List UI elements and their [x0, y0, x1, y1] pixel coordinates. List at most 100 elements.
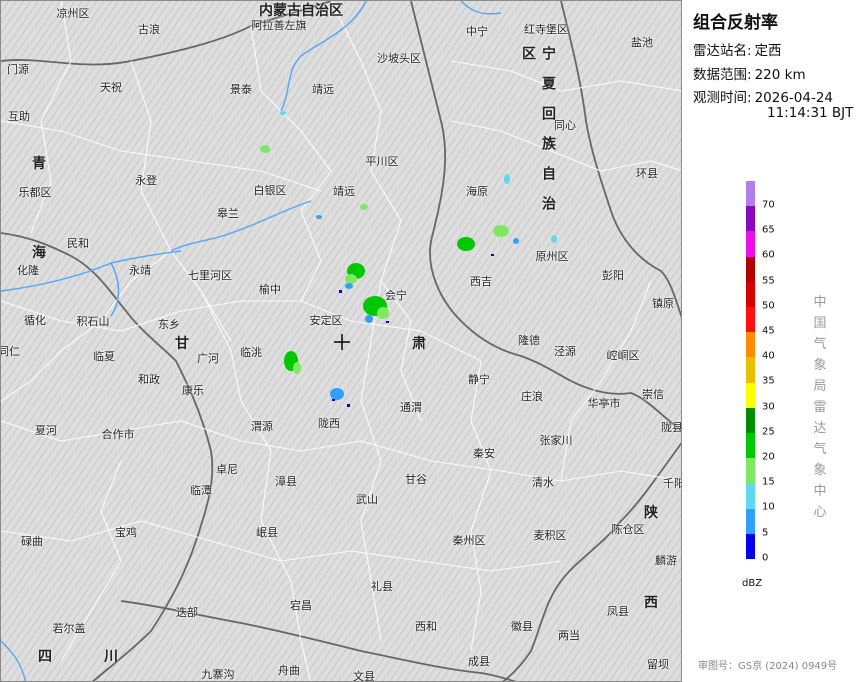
region-label-gansu-1: 甘	[175, 336, 189, 352]
legend-tick-label: 5	[762, 527, 769, 539]
place-label: 靖远	[312, 83, 334, 96]
place-label: 武山	[356, 493, 378, 506]
place-label: 天祝	[100, 81, 122, 94]
legend-swatch-40	[746, 332, 755, 358]
place-label: 环县	[636, 167, 658, 180]
legend-tick-label: 30	[762, 401, 775, 413]
region-label-gansu-2: 肃	[412, 336, 426, 352]
place-label: 崇信	[642, 388, 664, 401]
time-row: 观测时间: 2026-04-24	[693, 86, 833, 106]
place-label: 留坝	[647, 658, 669, 671]
legend-tick-label: 50	[762, 300, 775, 312]
place-label: 甘谷	[405, 473, 427, 486]
place-label: 海原	[466, 185, 488, 198]
place-label: 舟曲	[278, 664, 300, 677]
place-label: 崆峒区	[606, 349, 640, 362]
place-label: 红寺堡区	[524, 23, 568, 36]
place-label: 七里河区	[188, 269, 232, 282]
legend-swatch-60	[746, 231, 755, 258]
place-label: 麦积区	[533, 529, 567, 542]
place-label: 永靖	[129, 264, 151, 277]
region-label-sichuan-2: 川	[104, 649, 118, 665]
place-label: 沙坡头区	[377, 52, 421, 65]
legend-swatch-0	[746, 533, 755, 560]
place-label: 互助	[8, 110, 30, 123]
radar-product-view: 内蒙古自治区 青 海 宁夏回族自治区 甘 肃 陕 西 四 川 凉州区 古浪 阿拉…	[0, 0, 860, 682]
place-label: 古浪	[138, 23, 160, 36]
place-label: 泾源	[554, 345, 576, 358]
legend-tick-label: 55	[762, 275, 775, 287]
place-label: 化隆	[17, 264, 39, 277]
place-label: 原州区	[535, 250, 569, 263]
place-label: 平川区	[365, 155, 399, 168]
legend-tick-label: 70	[762, 199, 775, 211]
legend-tick-label: 10	[762, 501, 775, 513]
terrain-and-boundaries	[1, 1, 681, 681]
place-label: 会宁	[385, 289, 407, 302]
place-label: 秦安	[473, 447, 495, 460]
region-label-qinghai-2: 海	[32, 245, 46, 261]
place-label: 凉州区	[56, 7, 90, 20]
legend-swatch-55	[746, 256, 755, 283]
legend-swatch-20	[746, 433, 755, 459]
legend-tick-label: 0	[762, 552, 769, 564]
legend-swatch-70	[746, 181, 755, 207]
place-label: 阿拉善左旗	[251, 19, 307, 32]
place-label: 碌曲	[21, 535, 43, 548]
place-label: 秦州区	[452, 534, 486, 547]
place-label: 临洮	[240, 346, 262, 359]
place-label: 积石山	[76, 315, 110, 328]
place-label: 夏河	[35, 424, 57, 437]
station-value: 定西	[754, 43, 782, 59]
product-title: 组合反射率	[693, 13, 778, 33]
radar-map[interactable]: 内蒙古自治区 青 海 宁夏回族自治区 甘 肃 陕 西 四 川 凉州区 古浪 阿拉…	[0, 0, 682, 682]
place-label: 麟游	[655, 554, 677, 567]
station-label: 雷达站名:	[693, 43, 752, 59]
region-label-sichuan-1: 四	[38, 649, 52, 665]
legend-swatch-65	[746, 206, 755, 232]
place-label: 卓尼	[216, 463, 238, 476]
place-label: 成县	[468, 655, 490, 668]
place-label: 靖远	[333, 185, 355, 198]
legend-swatch-30	[746, 382, 755, 409]
place-label: 门源	[7, 63, 29, 76]
place-label: 两当	[558, 629, 580, 642]
place-label: 千阳	[663, 477, 681, 490]
place-label: 临潭	[190, 484, 212, 497]
place-label: 康乐	[182, 384, 204, 397]
organization-label: 中国气象局雷达气象中心	[813, 295, 827, 520]
place-label: 彭阳	[602, 269, 624, 282]
legend-tick-label: 15	[762, 476, 775, 488]
place-label: 循化	[24, 314, 46, 327]
place-label: 凤县	[607, 605, 629, 618]
place-label: 安定区	[309, 314, 343, 327]
place-label: 临夏	[93, 350, 115, 363]
range-label: 数据范围:	[693, 67, 752, 83]
place-label: 陇西	[318, 417, 340, 430]
place-label: 迭部	[176, 606, 198, 619]
place-label: 华亭市	[587, 397, 621, 410]
legend-unit: dBZ	[742, 578, 763, 589]
region-label-ningxia: 宁夏回族自治区	[520, 46, 556, 226]
time-date: 2026-04-24	[754, 90, 834, 106]
region-label-qinghai-1: 青	[32, 156, 46, 172]
legend-swatch-5	[746, 508, 755, 535]
legend-tick-label: 20	[762, 451, 775, 463]
station-row: 雷达站名: 定西	[693, 39, 782, 59]
legend-swatch-10	[746, 483, 755, 510]
legend-swatch-35	[746, 357, 755, 384]
place-label: 漳县	[275, 475, 297, 488]
place-label: 张家川	[539, 434, 573, 447]
place-label: 东乡	[158, 318, 180, 331]
place-label: 镇原	[652, 297, 674, 310]
place-label: 西吉	[470, 275, 492, 288]
legend-swatch-45	[746, 307, 755, 333]
legend-tick-label: 45	[762, 325, 775, 337]
place-label: 景泰	[230, 83, 252, 96]
place-label: 隆德	[518, 334, 540, 347]
place-label: 宝鸡	[115, 526, 137, 539]
place-label: 广河	[197, 352, 219, 365]
legend-tick-label: 35	[762, 375, 775, 387]
time-label: 观测时间:	[693, 90, 752, 106]
place-label: 白银区	[253, 184, 287, 197]
